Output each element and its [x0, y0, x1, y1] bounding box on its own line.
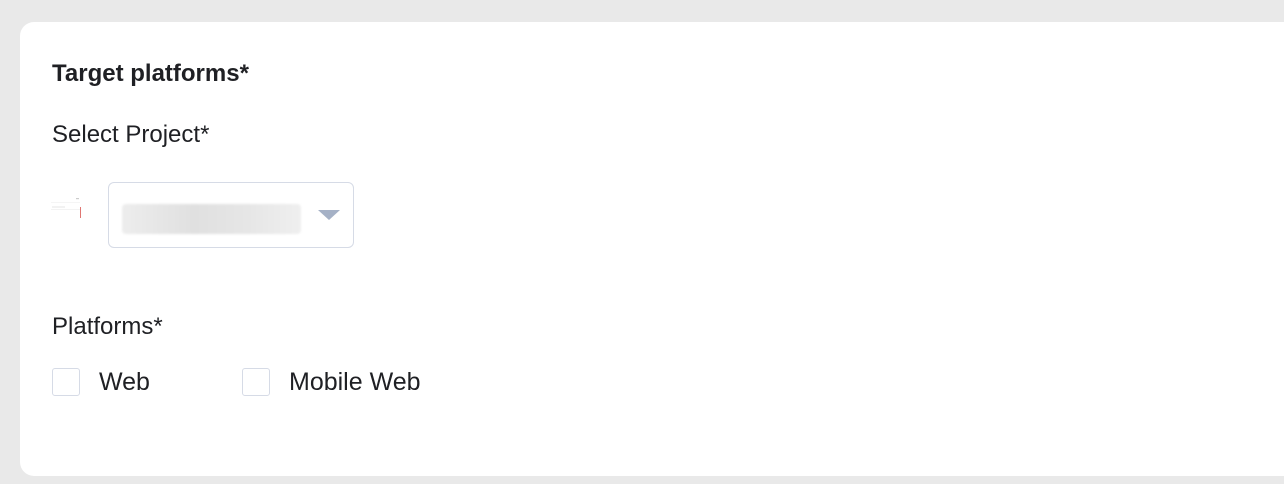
target-platforms-card: Target platforms* Select Project* Platfo…	[20, 22, 1284, 476]
platform-option-mobile-web[interactable]: Mobile Web	[242, 366, 421, 398]
web-checkbox[interactable]	[52, 368, 80, 396]
section-title: Target platforms*	[52, 60, 249, 87]
project-select[interactable]	[108, 182, 354, 248]
project-select-value	[122, 204, 301, 234]
project-thumbnail-icon	[51, 198, 81, 218]
web-checkbox-label: Web	[99, 368, 150, 396]
platform-option-web[interactable]: Web	[52, 366, 150, 398]
mobile-web-checkbox-label: Mobile Web	[289, 368, 421, 396]
select-project-label: Select Project*	[52, 121, 210, 148]
mobile-web-checkbox[interactable]	[242, 368, 270, 396]
chevron-down-icon[interactable]	[318, 210, 340, 220]
platforms-label: Platforms*	[52, 313, 163, 340]
